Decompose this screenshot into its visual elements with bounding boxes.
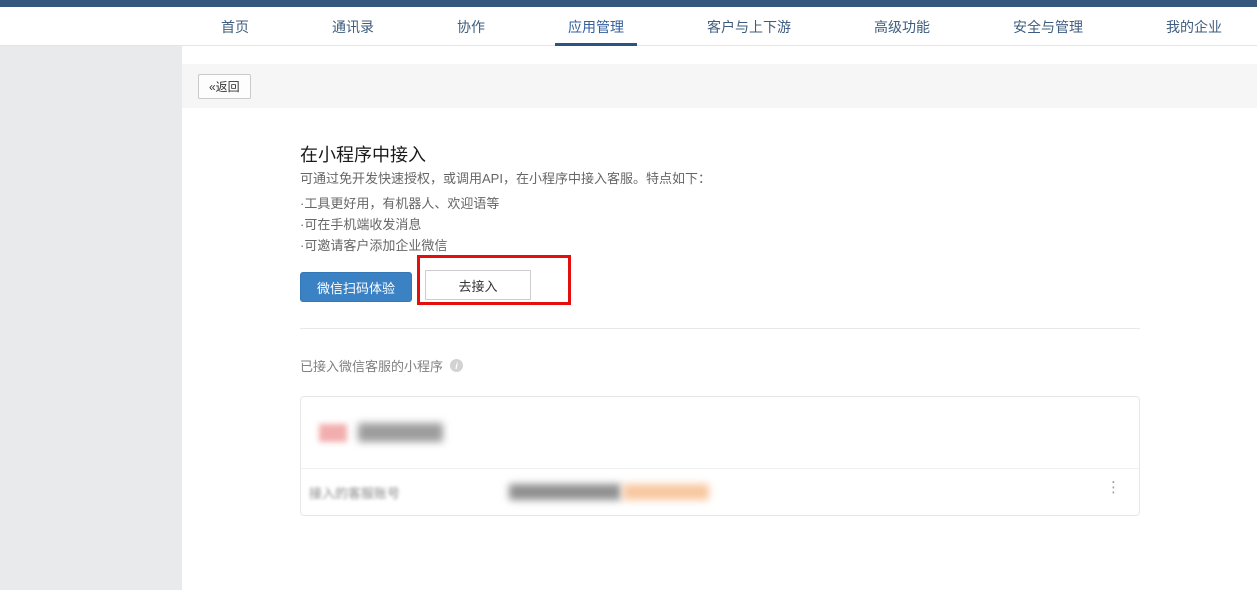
section-divider [300,328,1140,329]
feature-item: ·工具更好用，有机器人、欢迎语等 [300,193,499,214]
card-divider [301,468,1139,469]
wecom-admin-page: 首页 通讯录 协作 应用管理 客户与上下游 高级功能 安全与管理 我的企业 «返… [0,0,1257,590]
feature-item: ·可在手机端收发消息 [300,214,499,235]
redacted-miniprogram-icon [319,424,347,442]
more-actions-button[interactable]: ⋮ [1106,477,1121,498]
top-window-bar [0,0,1257,7]
nav-items: 首页 通讯录 协作 应用管理 客户与上下游 高级功能 安全与管理 我的企业 [208,7,1235,46]
feature-list: ·工具更好用，有机器人、欢迎语等 ·可在手机端收发消息 ·可邀请客户添加企业微信 [300,193,499,256]
nav-tab-security-management[interactable]: 安全与管理 [1000,7,1096,46]
back-button[interactable]: «返回 [198,74,251,99]
connected-account-label: 接入的客服账号 [309,483,400,502]
miniprogram-row [301,397,1139,468]
info-icon[interactable]: i [450,359,463,372]
wechat-scan-experience-button[interactable]: 微信扫码体验 [300,272,412,302]
nav-tab-collaboration[interactable]: 协作 [444,7,498,46]
page-description: 可通过免开发快速授权，或调用API，在小程序中接入客服。特点如下： [300,168,711,187]
page-title: 在小程序中接入 [300,141,426,167]
feature-item: ·可邀请客户添加企业微信 [300,235,499,256]
main-navigation: 首页 通讯录 协作 应用管理 客户与上下游 高级功能 安全与管理 我的企业 [0,7,1257,46]
nav-tab-home[interactable]: 首页 [208,7,262,46]
content-panel: «返回 在小程序中接入 可通过免开发快速授权，或调用API，在小程序中接入客服。… [182,46,1257,590]
back-toolbar: «返回 [182,64,1257,108]
nav-tab-contacts[interactable]: 通讯录 [319,7,387,46]
left-gutter [0,46,182,590]
redacted-account-extra [623,484,709,500]
go-connect-button[interactable]: 去接入 [425,270,531,300]
connected-section-title: 已接入微信客服的小程序 [300,356,443,375]
connected-miniprogram-card: 接入的客服账号 ⋮ [300,396,1140,516]
connected-section-header: 已接入微信客服的小程序 i [300,356,463,375]
redacted-miniprogram-name [358,423,443,442]
redacted-account-info [509,484,621,500]
nav-tab-customers-upstream[interactable]: 客户与上下游 [694,7,804,46]
nav-tab-advanced-features[interactable]: 高级功能 [861,7,943,46]
nav-tab-app-management[interactable]: 应用管理 [555,7,637,46]
nav-tab-my-enterprise[interactable]: 我的企业 [1153,7,1235,46]
